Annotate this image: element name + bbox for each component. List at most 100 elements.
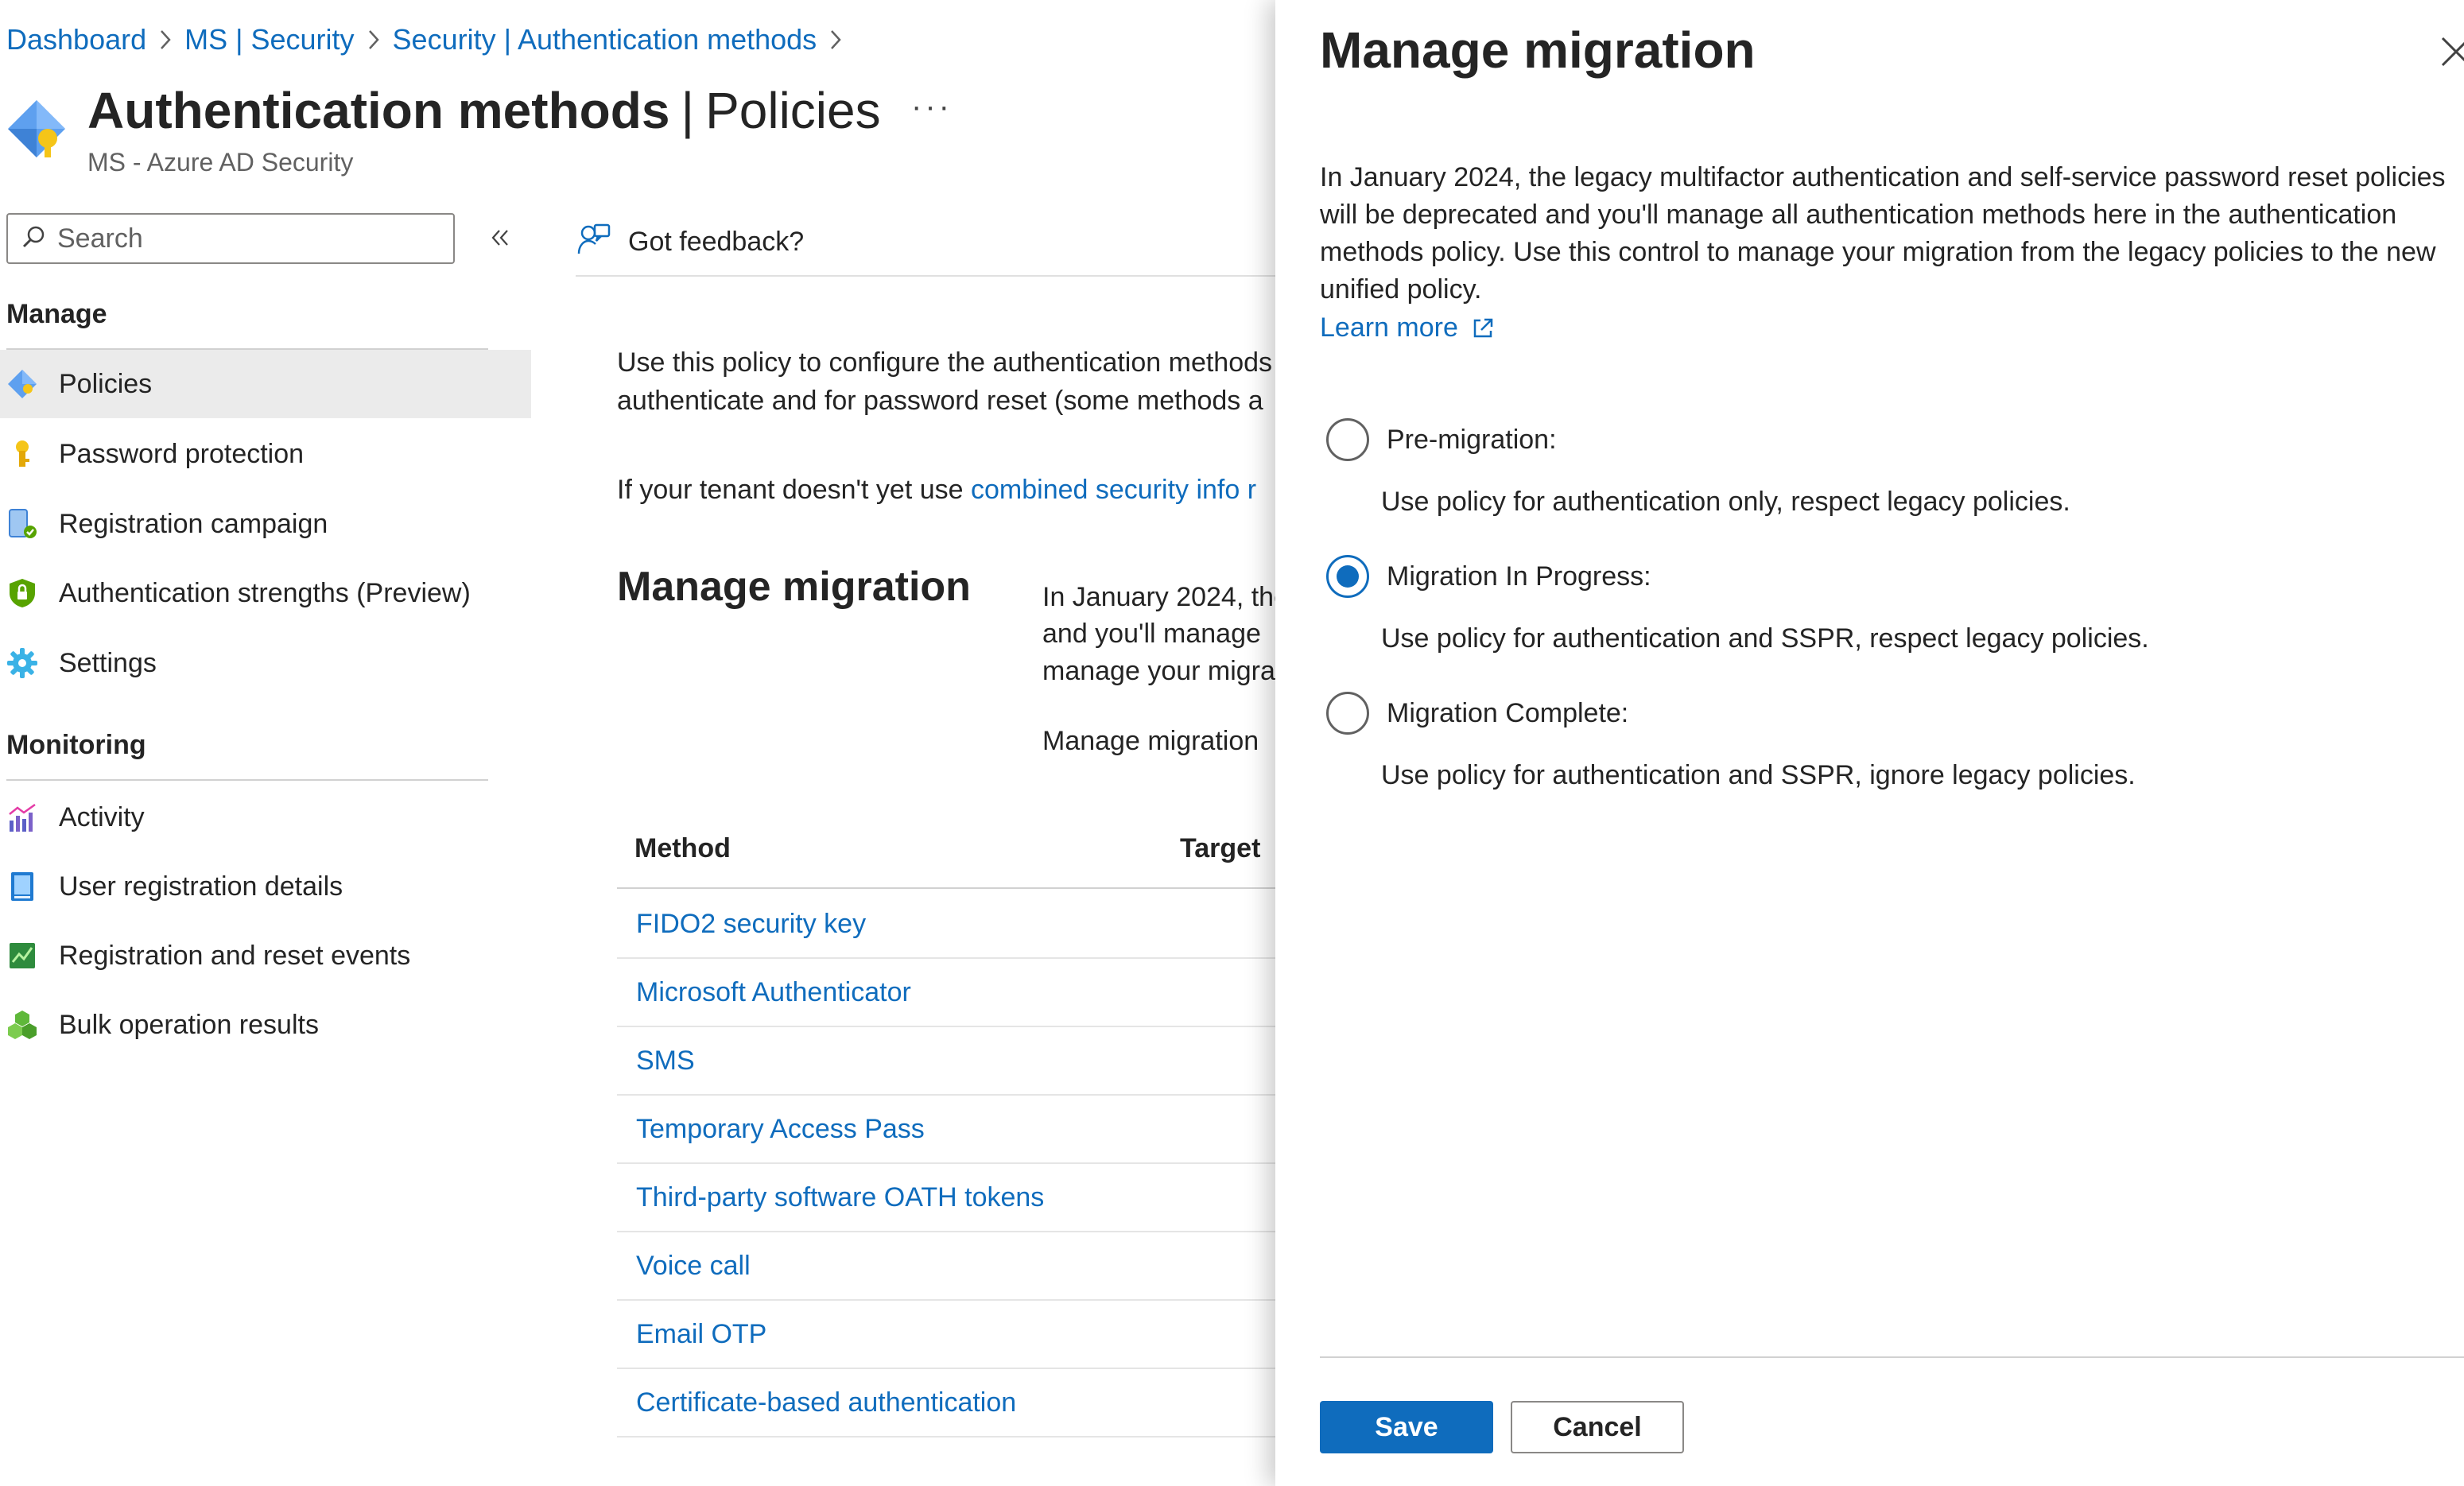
column-header-method[interactable]: Method <box>634 833 731 864</box>
section-monitoring: Monitoring <box>6 730 146 760</box>
tenant-text: If your tenant doesn't yet use combined … <box>617 471 1256 509</box>
sidebar-item-label: Registration campaign <box>59 508 328 539</box>
table-row: Temporary Access Pass <box>617 1096 1333 1164</box>
cubes-icon <box>5 1007 40 1042</box>
title-separator: | <box>681 82 695 139</box>
sidebar-item-label: Authentication strengths (Preview) <box>59 577 471 608</box>
divider <box>6 779 488 781</box>
table-row: Third-party software OATH tokens <box>617 1164 1333 1232</box>
close-icon[interactable] <box>2436 32 2464 72</box>
sidebar-item-label: Policies <box>59 368 153 399</box>
breadcrumb: Dashboard MS | Security Security | Authe… <box>6 19 855 60</box>
section-manage: Manage <box>6 299 107 329</box>
breadcrumb-auth-methods[interactable]: Security | Authentication methods <box>393 23 817 56</box>
policies-icon <box>5 367 40 402</box>
migration-text-line: and you'll manage <box>1042 619 1261 649</box>
divider <box>576 275 1291 277</box>
sidebar-item-label: Activity <box>59 801 145 832</box>
method-link[interactable]: Third-party software OATH tokens <box>636 1182 1044 1213</box>
table-row: Microsoft Authenticator <box>617 959 1333 1027</box>
chevron-right-icon <box>146 28 184 52</box>
method-link[interactable]: Voice call <box>636 1251 751 1282</box>
page-title: Authentication methods | Policies <box>87 78 881 143</box>
table-row: Voice call <box>617 1232 1333 1301</box>
sidebar-item-bulk-operation-results[interactable]: Bulk operation results <box>0 991 531 1059</box>
divider <box>1320 1356 2464 1358</box>
sidebar-item-registration-reset-events[interactable]: Registration and reset events <box>0 921 531 990</box>
save-button[interactable]: Save <box>1320 1401 1493 1453</box>
cancel-button[interactable]: Cancel <box>1511 1401 1684 1453</box>
divider <box>617 887 1333 889</box>
method-link[interactable]: Certificate-based authentication <box>636 1387 1016 1418</box>
column-header-target[interactable]: Target <box>1180 833 1260 864</box>
feedback-button[interactable]: Got feedback? <box>576 210 804 274</box>
description-line: will be deprecated and you'll manage all… <box>1320 200 2397 230</box>
learn-more-label: Learn more <box>1320 312 1458 343</box>
radio-button[interactable] <box>1326 692 1369 735</box>
sidebar-item-user-registration-details[interactable]: User registration details <box>0 852 531 921</box>
sidebar-item-label: Settings <box>59 647 157 678</box>
description-line: In January 2024, the legacy multifactor … <box>1320 162 2446 192</box>
migration-text-line: manage your migra <box>1042 656 1275 686</box>
table-row: SMS <box>617 1027 1333 1096</box>
sidebar-search[interactable] <box>6 213 455 264</box>
more-options-button[interactable]: ··· <box>911 89 953 125</box>
events-chart-icon <box>5 938 40 973</box>
learn-more-link[interactable]: Learn more <box>1320 312 1495 343</box>
registration-campaign-icon <box>5 506 40 541</box>
method-link[interactable]: Temporary Access Pass <box>636 1114 925 1145</box>
authentication-methods-icon <box>5 97 68 161</box>
collapse-sidebar-icon[interactable] <box>482 219 518 256</box>
shield-lock-icon <box>5 576 40 611</box>
method-link[interactable]: Microsoft Authenticator <box>636 977 911 1008</box>
panel-title: Manage migration <box>1320 21 1756 79</box>
intro-text-line: Use this policy to configure the authent… <box>617 347 1273 378</box>
search-icon <box>21 224 46 254</box>
page-title-section: Policies <box>705 82 881 139</box>
sidebar-item-registration-campaign[interactable]: Registration campaign <box>0 490 531 558</box>
description-line: unified policy. <box>1320 274 1482 305</box>
sidebar-item-authentication-strengths[interactable]: Authentication strengths (Preview) <box>0 559 531 627</box>
search-input[interactable] <box>57 223 423 254</box>
radio-dot <box>1337 565 1359 588</box>
feedback-icon <box>576 222 612 262</box>
breadcrumb-ms-security[interactable]: MS | Security <box>184 23 354 56</box>
radio-label: Migration Complete: <box>1387 697 1629 728</box>
gear-icon <box>5 646 40 681</box>
feedback-label: Got feedback? <box>628 226 805 257</box>
sidebar-item-label: User registration details <box>59 871 343 902</box>
radio-migration-in-progress[interactable]: Migration In Progress: <box>1326 555 1651 598</box>
radio-label: Pre-migration: <box>1387 424 1557 455</box>
page-title-main: Authentication methods <box>87 82 670 139</box>
radio-button-selected[interactable] <box>1326 555 1369 598</box>
method-link[interactable]: Email OTP <box>636 1319 766 1350</box>
manage-migration-heading: Manage migration <box>617 564 971 610</box>
sidebar-item-label: Password protection <box>59 438 305 469</box>
radio-pre-migration[interactable]: Pre-migration: <box>1326 418 1557 461</box>
manage-migration-link[interactable]: Manage migration <box>1042 722 1259 760</box>
tenant-text-prefix: If your tenant doesn't yet use <box>617 475 971 505</box>
radio-button[interactable] <box>1326 418 1369 461</box>
breadcrumb-dashboard[interactable]: Dashboard <box>6 23 146 56</box>
migration-text-line: In January 2024, the <box>1042 582 1290 612</box>
sidebar-item-password-protection[interactable]: Password protection <box>0 420 531 488</box>
sidebar-item-settings[interactable]: Settings <box>0 629 531 697</box>
radio-migration-complete[interactable]: Migration Complete: <box>1326 692 1628 735</box>
radio-label: Migration In Progress: <box>1387 561 1651 592</box>
combined-security-info-link[interactable]: combined security info r <box>971 475 1256 505</box>
table-row: Certificate-based authentication <box>617 1369 1333 1438</box>
manage-migration-panel: Manage migration In January 2024, the le… <box>1275 0 2464 1486</box>
chevron-right-icon <box>817 28 855 52</box>
radio-description: Use policy for authentication only, resp… <box>1381 487 2070 517</box>
activity-chart-icon <box>5 800 40 835</box>
method-link[interactable]: SMS <box>636 1046 695 1077</box>
panel-description: In January 2024, the legacy multifactor … <box>1320 159 2464 308</box>
sidebar-item-activity[interactable]: Activity <box>0 783 531 852</box>
radio-description: Use policy for authentication and SSPR, … <box>1381 760 2136 790</box>
page-subtitle: MS - Azure AD Security <box>87 148 354 177</box>
external-link-icon <box>1471 316 1495 340</box>
sidebar-item-policies[interactable]: Policies <box>0 350 531 418</box>
method-link[interactable]: FIDO2 security key <box>636 909 866 940</box>
radio-description: Use policy for authentication and SSPR, … <box>1381 623 2149 654</box>
sidebar-item-label: Registration and reset events <box>59 940 411 971</box>
